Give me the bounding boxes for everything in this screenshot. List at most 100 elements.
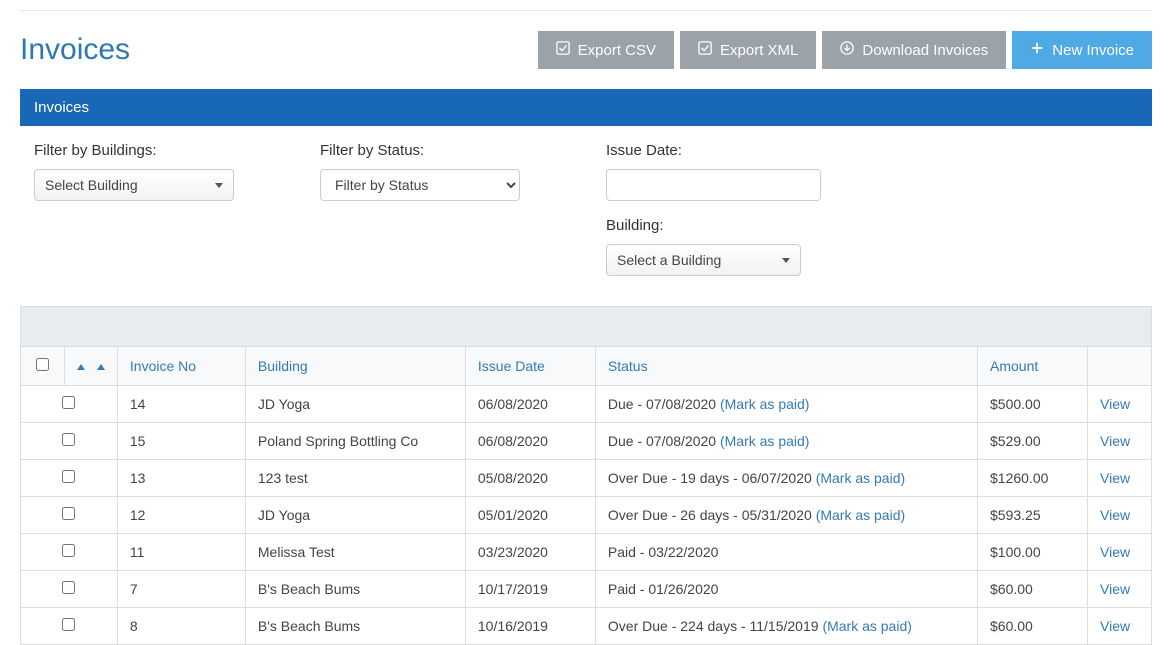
mark-as-paid-link[interactable]: (Mark as paid): [720, 396, 809, 412]
new-invoice-label: New Invoice: [1052, 42, 1134, 59]
table-row: 13123 test05/08/2020Over Due - 19 days -…: [21, 460, 1152, 497]
plus-icon: [1030, 41, 1044, 59]
row-checkbox[interactable]: [62, 507, 75, 520]
cell-invoice-no: 11: [117, 534, 245, 571]
status-text: Over Due - 19 days - 06/07/2020: [608, 470, 816, 486]
row-checkbox-cell: [21, 497, 118, 534]
view-link[interactable]: View: [1100, 544, 1130, 560]
cell-invoice-no: 15: [117, 423, 245, 460]
header-action: [1088, 347, 1152, 386]
cell-action: View: [1088, 460, 1152, 497]
download-invoices-label: Download Invoices: [862, 42, 988, 59]
table-row: 8B's Beach Bums10/16/2019Over Due - 224 …: [21, 608, 1152, 645]
view-link[interactable]: View: [1100, 507, 1130, 523]
cell-building: JD Yoga: [245, 386, 465, 423]
export-xml-button[interactable]: Export XML: [680, 31, 816, 69]
status-text: Paid - 01/26/2020: [608, 581, 719, 597]
status-text: Paid - 03/22/2020: [608, 544, 719, 560]
view-link[interactable]: View: [1100, 470, 1130, 486]
row-checkbox-cell: [21, 386, 118, 423]
cell-issue-date: 06/08/2020: [465, 386, 595, 423]
export-csv-button[interactable]: Export CSV: [538, 31, 674, 69]
header-invoice-no[interactable]: Invoice No: [117, 347, 245, 386]
sort-asc-icon: [77, 364, 85, 370]
mark-as-paid-link[interactable]: (Mark as paid): [816, 470, 905, 486]
cell-status: Paid - 01/26/2020: [595, 571, 977, 608]
row-checkbox-cell: [21, 534, 118, 571]
cell-amount: $100.00: [978, 534, 1088, 571]
select-all-checkbox[interactable]: [36, 358, 49, 371]
header-status[interactable]: Status: [595, 347, 977, 386]
header-amount[interactable]: Amount: [978, 347, 1088, 386]
view-link[interactable]: View: [1100, 396, 1130, 412]
table-row: 7B's Beach Bums10/17/2019Paid - 01/26/20…: [21, 571, 1152, 608]
chevron-down-icon: [215, 183, 223, 188]
cell-issue-date: 10/17/2019: [465, 571, 595, 608]
mark-as-paid-link[interactable]: (Mark as paid): [720, 433, 809, 449]
filter-buildings-label: Filter by Buildings:: [34, 142, 314, 159]
cell-action: View: [1088, 423, 1152, 460]
header-sort[interactable]: [65, 347, 118, 386]
view-link[interactable]: View: [1100, 433, 1130, 449]
row-checkbox[interactable]: [62, 433, 75, 446]
cell-status: Due - 07/08/2020 (Mark as paid): [595, 423, 977, 460]
download-invoices-button[interactable]: Download Invoices: [822, 31, 1006, 69]
issue-date-input[interactable]: [606, 169, 821, 201]
table-toolbar-spacer: [20, 306, 1152, 346]
view-link[interactable]: View: [1100, 618, 1130, 634]
filter-bar: Filter by Buildings: Select Building Fil…: [20, 126, 1152, 296]
row-checkbox-cell: [21, 423, 118, 460]
cell-amount: $60.00: [978, 608, 1088, 645]
cell-amount: $60.00: [978, 571, 1088, 608]
row-checkbox[interactable]: [62, 581, 75, 594]
header-checkbox[interactable]: [21, 347, 65, 386]
table-row: 11Melissa Test03/23/2020 Paid - 03/22/202…: [21, 534, 1152, 571]
view-link[interactable]: View: [1100, 581, 1130, 597]
filter-buildings-select[interactable]: Select Building: [34, 169, 234, 201]
panel-header: Invoices: [20, 89, 1152, 126]
mark-as-paid-link[interactable]: (Mark as paid): [822, 618, 911, 634]
cell-amount: $500.00: [978, 386, 1088, 423]
cell-invoice-no: 14: [117, 386, 245, 423]
mark-as-paid-link[interactable]: (Mark as paid): [816, 507, 905, 523]
building-select[interactable]: Select a Building: [606, 244, 801, 276]
row-checkbox[interactable]: [62, 618, 75, 631]
cell-building: JD Yoga: [245, 497, 465, 534]
table-row: 12JD Yoga05/01/2020 Over Due - 26 days - …: [21, 497, 1152, 534]
export-xml-label: Export XML: [720, 42, 798, 59]
filter-status-select[interactable]: Filter by Status: [320, 169, 520, 201]
page-title: Invoices: [20, 33, 130, 67]
cell-amount: $593.25: [978, 497, 1088, 534]
check-icon: [698, 41, 712, 59]
cell-action: View: [1088, 386, 1152, 423]
row-checkbox-cell: [21, 608, 118, 645]
table-row: 15Poland Spring Bottling Co06/08/2020Due…: [21, 423, 1152, 460]
cell-issue-date: 03/23/2020: [465, 534, 595, 571]
cell-invoice-no: 13: [117, 460, 245, 497]
cell-action: View: [1088, 534, 1152, 571]
cell-issue-date: 05/01/2020: [465, 497, 595, 534]
cell-action: View: [1088, 571, 1152, 608]
header-building[interactable]: Building: [245, 347, 465, 386]
download-icon: [840, 41, 854, 59]
cell-building: Melissa Test: [245, 534, 465, 571]
check-icon: [556, 41, 570, 59]
cell-status: Paid - 03/22/2020: [595, 534, 977, 571]
new-invoice-button[interactable]: New Invoice: [1012, 31, 1152, 69]
row-checkbox[interactable]: [62, 396, 75, 409]
status-text: Over Due - 26 days - 05/31/2020: [608, 507, 816, 523]
status-text: Due - 07/08/2020: [608, 433, 720, 449]
cell-invoice-no: 7: [117, 571, 245, 608]
cell-issue-date: 06/08/2020: [465, 423, 595, 460]
row-checkbox[interactable]: [62, 470, 75, 483]
cell-status: Due - 07/08/2020 (Mark as paid): [595, 386, 977, 423]
header-issue-date[interactable]: Issue Date: [465, 347, 595, 386]
row-checkbox[interactable]: [62, 544, 75, 557]
cell-amount: $1260.00: [978, 460, 1088, 497]
cell-status: Over Due - 19 days - 06/07/2020 (Mark as…: [595, 460, 977, 497]
cell-building: Poland Spring Bottling Co: [245, 423, 465, 460]
export-csv-label: Export CSV: [578, 42, 656, 59]
cell-invoice-no: 12: [117, 497, 245, 534]
cell-amount: $529.00: [978, 423, 1088, 460]
filter-status-label: Filter by Status:: [320, 142, 600, 159]
